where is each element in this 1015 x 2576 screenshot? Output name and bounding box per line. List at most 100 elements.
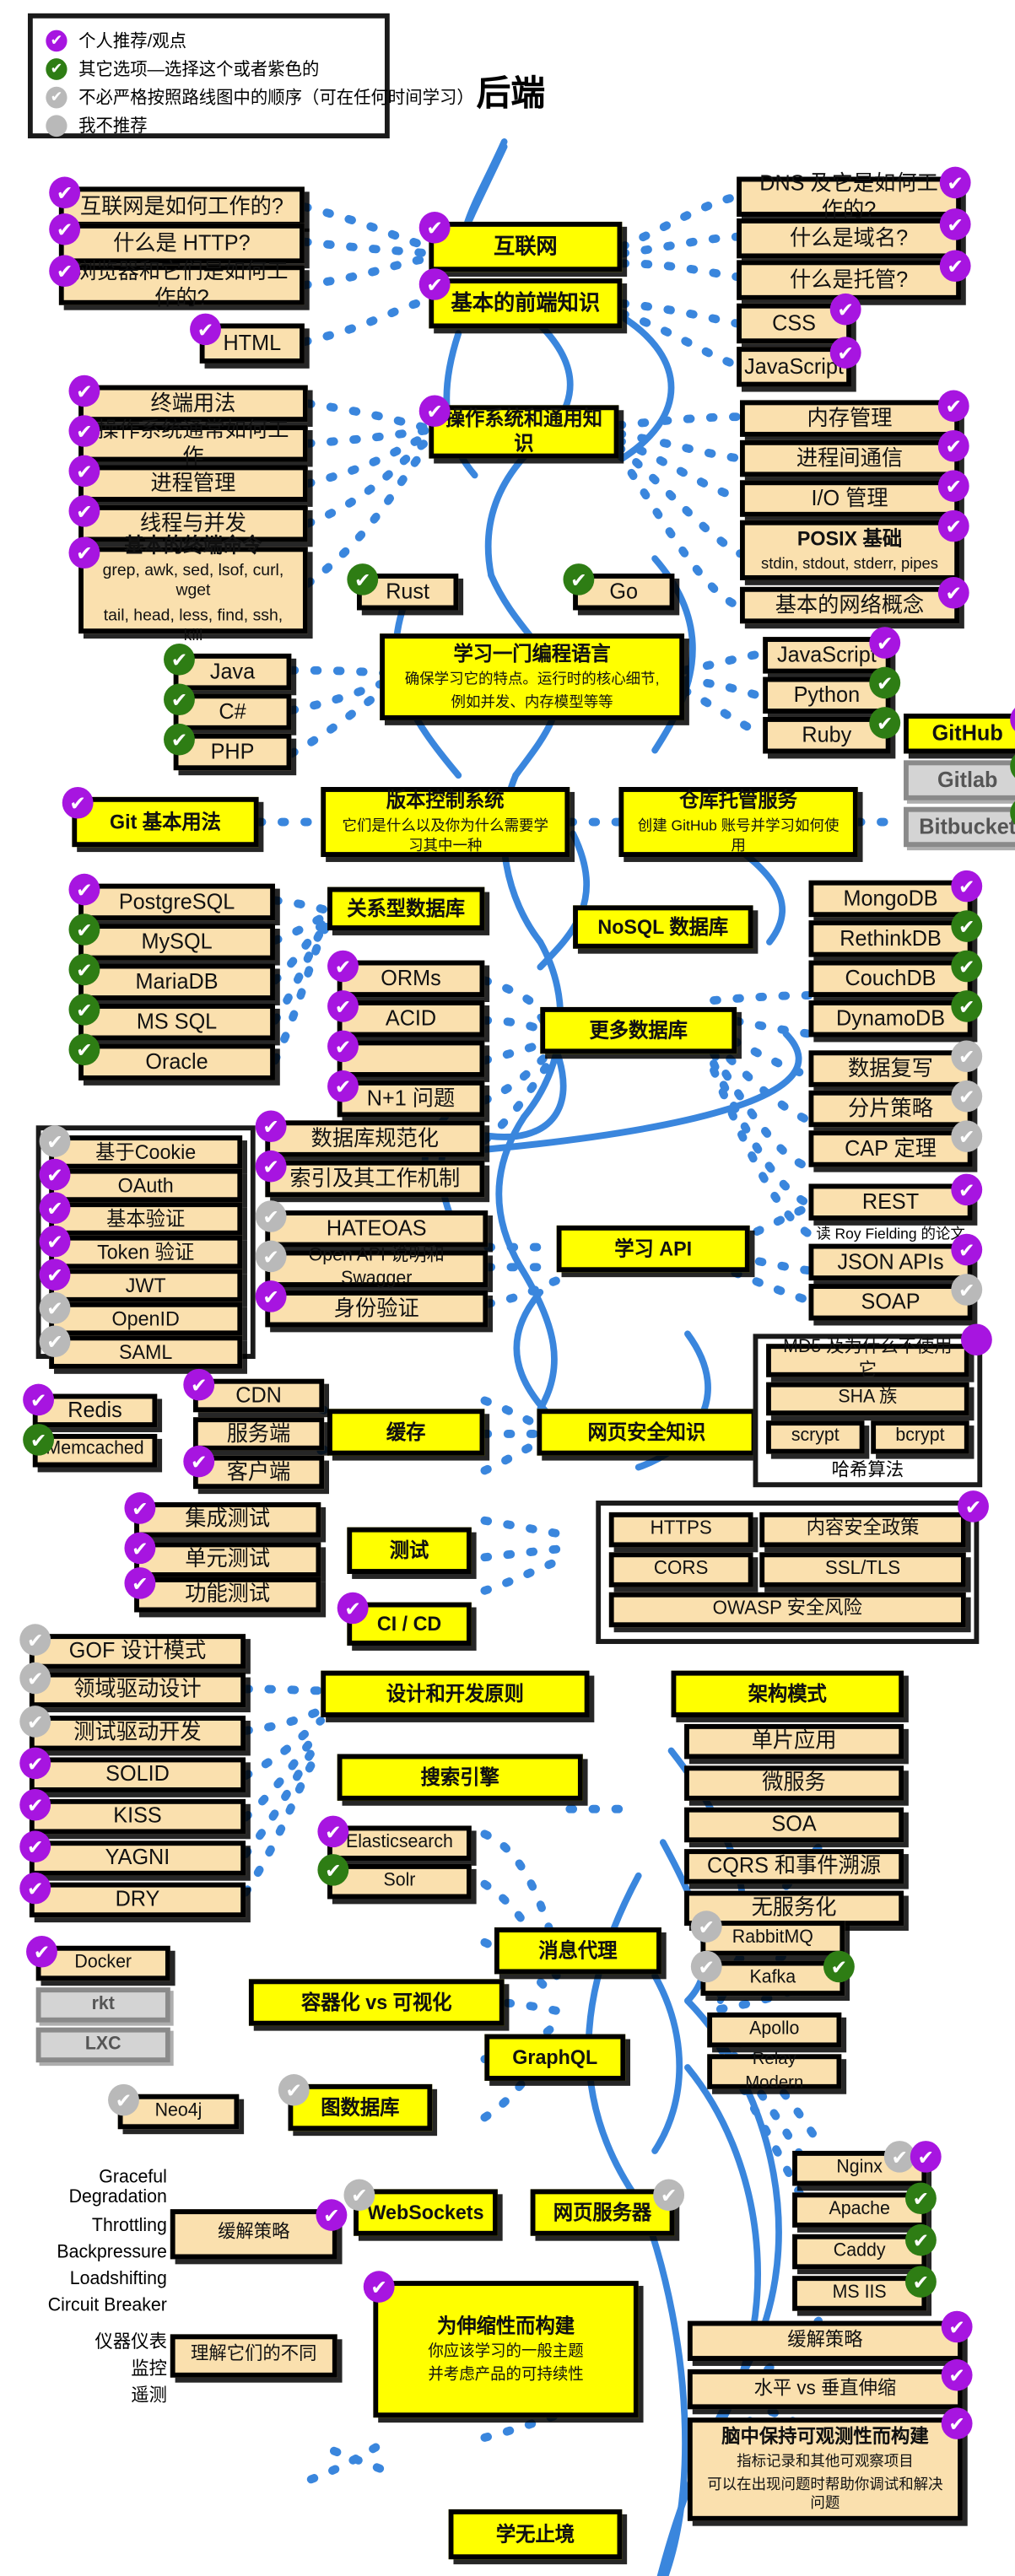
node-openapi-swagger[interactable]: ✔ Open API 说明和 Swagger [255, 1240, 489, 1289]
node-how-internet-works[interactable]: ✔ 互联网是如何工作的? [49, 176, 305, 227]
node-web-servers[interactable]: ✔ 网页服务器 [530, 2179, 685, 2236]
node-gof[interactable]: ✔ GOF 设计模式 [19, 1624, 246, 1669]
node-csp[interactable]: 内容安全政策 [759, 1512, 966, 1548]
node-gitlab[interactable]: ✔ Gitlab [904, 750, 1015, 800]
node-cqrs[interactable]: CQRS 和事件溯源 [684, 1849, 904, 1884]
node-caching[interactable]: 缓存 [327, 1409, 485, 1456]
node-graphql[interactable]: GraphQL [484, 2034, 626, 2081]
node-mariadb[interactable]: ✔ MariaDB [68, 953, 275, 1001]
node-design-dev-principles[interactable]: 设计和开发原则 [321, 1670, 590, 1717]
node-neo4j[interactable]: ✔ Neo4j [108, 2083, 240, 2130]
node-java[interactable]: ✔ Java [164, 644, 292, 691]
node-lxc[interactable]: LXC [35, 2027, 170, 2063]
node-json-apis[interactable]: ✔ JSON APIs [808, 1233, 983, 1281]
node-build-for-scalability[interactable]: ✔ 为伸缩性而构建 你应该学习的一般主题 并考虑产品的可持续性 [363, 2271, 639, 2418]
node-search-engines[interactable]: 搜索引擎 [337, 1754, 583, 1801]
node-domain-name[interactable]: ✔ 什么是域名? [737, 208, 971, 259]
node-os-general[interactable]: ✔ 操作系统和通用知识 [418, 395, 619, 459]
node-n-plus-one[interactable]: ✔ N+1 问题 [327, 1070, 485, 1118]
node-apollo[interactable]: Apollo [707, 2012, 842, 2048]
node-ddd[interactable]: ✔ 领域驱动设计 [19, 1662, 246, 1708]
node-soap[interactable]: ✔ SOAP [808, 1274, 983, 1321]
node-couchdb[interactable]: ✔ CouchDB [808, 950, 983, 998]
node-rabbitmq[interactable]: ✔ RabbitMQ [690, 1910, 845, 1956]
node-https[interactable]: HTTPS [608, 1512, 753, 1548]
node-observability[interactable]: ✔ 脑中保持可观测性而构建 指标记录和其他可观察项目 可以在出现问题时帮助你调试… [687, 2407, 973, 2521]
node-scrypt[interactable]: scrypt [766, 1420, 865, 1454]
node-rest[interactable]: ✔ REST [808, 1173, 983, 1221]
node-version-control[interactable]: 版本控制系统 它们是什么以及你为什么需要学习其中一种 [321, 787, 570, 858]
node-microservices[interactable]: 微服务 [684, 1765, 904, 1801]
node-relational-db[interactable]: 关系型数据库 [327, 887, 485, 930]
node-postgresql[interactable]: ✔ PostgreSQL [68, 873, 275, 921]
node-ipc[interactable]: ✔ 进程间通信 [740, 429, 969, 477]
node-db-topic-blank[interactable]: ✔ [327, 1030, 485, 1077]
node-hateoas[interactable]: ✔ HATEOAS [255, 1200, 489, 1248]
node-dry[interactable]: ✔ DRY [19, 1872, 246, 1918]
node-relay-modern[interactable]: Relay Modern [707, 2050, 842, 2092]
node-authentication[interactable]: ✔ 身份验证 [255, 1280, 489, 1328]
node-rust[interactable]: ✔ Rust [347, 563, 459, 611]
node-memory-mgmt[interactable]: ✔ 内存管理 [740, 390, 969, 437]
node-oauth[interactable]: ✔ OAuth [39, 1158, 243, 1203]
node-frontend-basics[interactable]: ✔ 基本的前端知识 [418, 268, 623, 329]
node-unit-test[interactable]: ✔ 单元测试 [124, 1532, 321, 1577]
node-bcrypt[interactable]: bcrypt [871, 1420, 969, 1454]
node-testing[interactable]: 测试 [347, 1527, 472, 1575]
node-solid[interactable]: ✔ SOLID [19, 1747, 246, 1792]
node-io-mgmt[interactable]: ✔ I/O 管理 [740, 470, 969, 517]
node-jwt[interactable]: ✔ JWT [39, 1258, 243, 1302]
node-oracle[interactable]: ✔ Oracle [68, 1033, 275, 1081]
node-basic-terminal-commands[interactable]: ✔ 基本的终端命令 grep, awk, sed, lsof, curl, wg… [68, 533, 308, 645]
node-memcached[interactable]: ✔ Memcached [23, 1424, 158, 1468]
node-csharp[interactable]: ✔ C# [164, 683, 292, 730]
node-git-basics[interactable]: ✔ Git 基本用法 [62, 787, 259, 848]
node-yagni[interactable]: ✔ YAGNI [19, 1830, 246, 1876]
node-process-mgmt[interactable]: ✔ 进程管理 [68, 455, 308, 502]
node-go[interactable]: ✔ Go [563, 563, 675, 611]
node-browsers[interactable]: ✔ 浏览器和它们是如何工作的? [49, 255, 305, 310]
node-nginx[interactable]: ✔ ✔ Nginx [792, 2141, 942, 2186]
node-md5[interactable]: MD5 及为什么不使用它 [766, 1338, 969, 1381]
node-os-how-works[interactable]: ✔ 操作系统通常如何工作 [68, 415, 308, 468]
node-nosql-db[interactable]: NoSQL 数据库 [573, 905, 753, 949]
node-repo-hosting[interactable]: 仓库托管服务 创建 GitHub 账号并学习如何使用 [618, 787, 858, 858]
node-web-security[interactable]: 网页安全知识 [537, 1409, 757, 1456]
node-cap-theorem[interactable]: ✔ CAP 定理 [808, 1120, 983, 1167]
node-integration-test[interactable]: ✔ 集成测试 [124, 1492, 321, 1538]
node-rkt[interactable]: rkt [35, 1987, 170, 2023]
node-redis[interactable]: ✔ Redis [23, 1383, 158, 1428]
node-token-auth[interactable]: ✔ Token 验证 [39, 1225, 243, 1269]
node-horizontal-vertical-scaling[interactable]: ✔ 水平 vs 垂直伸缩 [687, 2359, 973, 2410]
node-javascript-frontend[interactable]: ✔ JavaScript [737, 337, 861, 387]
node-mssql[interactable]: ✔ MS SQL [68, 994, 275, 1041]
node-kafka[interactable]: ✔ ✔ Kafka [690, 1950, 855, 1997]
node-bitbucket[interactable]: ✔ Bitbucket [904, 796, 1015, 848]
node-functional-test[interactable]: ✔ 功能测试 [124, 1567, 321, 1613]
node-docker[interactable]: ✔ Docker [26, 1935, 170, 1981]
node-soa[interactable]: SOA [684, 1807, 904, 1843]
node-solr[interactable]: ✔ Solr [317, 1854, 472, 1900]
node-openid[interactable]: ✔ OpenID [39, 1291, 243, 1336]
node-cookie-based[interactable]: ✔ 基于Cookie [39, 1125, 243, 1169]
node-python[interactable]: ✔ Python [763, 666, 901, 714]
node-network-basics[interactable]: ✔ 基本的网络概念 [740, 576, 969, 624]
node-mitigation-strategies-left[interactable]: ✔ 缓解策略 [170, 2199, 348, 2260]
node-rethinkdb[interactable]: ✔ RethinkDB [808, 910, 983, 957]
node-graph-db[interactable]: ✔ 图数据库 [278, 2074, 433, 2131]
node-websockets[interactable]: ✔ WebSockets [343, 2179, 498, 2236]
node-elasticsearch[interactable]: ✔ Elasticsearch [317, 1815, 472, 1861]
node-javascript-lang[interactable]: ✔ JavaScript [763, 627, 901, 674]
node-ruby[interactable]: ✔ Ruby [763, 707, 901, 754]
node-internet[interactable]: ✔ 互联网 [418, 212, 623, 272]
node-saml[interactable]: ✔ SAML [39, 1325, 243, 1369]
node-caddy[interactable]: ✔ Caddy [792, 2223, 937, 2270]
node-understand-difference[interactable]: 理解它们的不同 [170, 2334, 337, 2378]
node-orms[interactable]: ✔ ORMs [327, 950, 485, 998]
node-containerization[interactable]: 容器化 vs 可视化 [248, 1979, 505, 2026]
node-ssl-tls[interactable]: SSL/TLS [759, 1552, 966, 1587]
node-ms-iis[interactable]: ✔ MS IIS [792, 2266, 937, 2311]
node-php[interactable]: ✔ PHP [164, 723, 292, 771]
node-data-replication[interactable]: ✔ 数据复写 [808, 1040, 983, 1087]
node-client-side[interactable]: ✔ 客户端 [183, 1445, 325, 1490]
